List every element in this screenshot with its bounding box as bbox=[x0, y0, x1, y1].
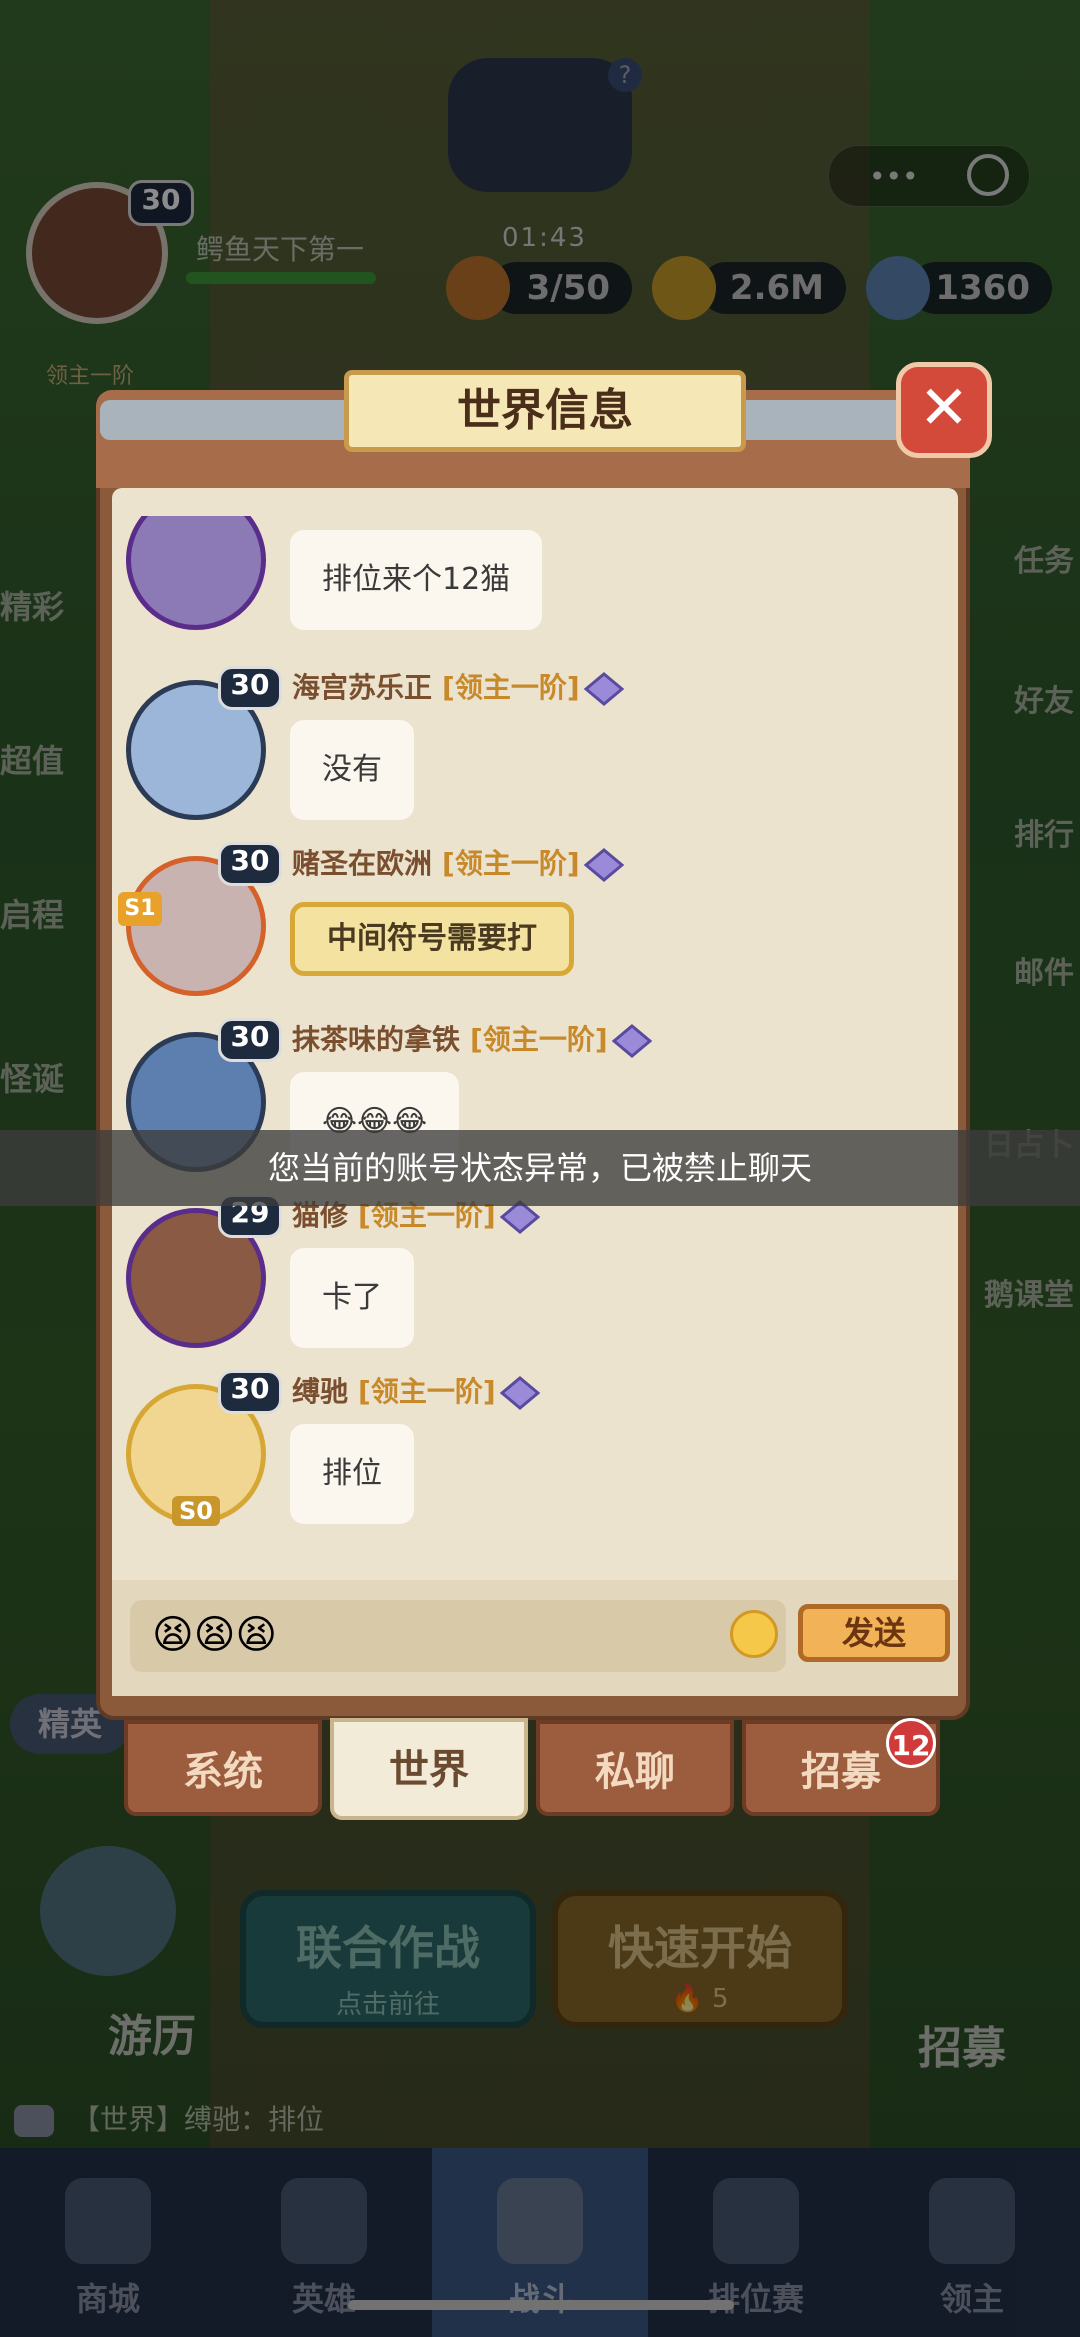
recruit-badge: 12 bbox=[886, 1718, 936, 1768]
sender-rank: [领主一阶] bbox=[442, 847, 580, 880]
list-item: S1 30 赌圣在欧洲 [领主一阶] 中间符号需要打 bbox=[112, 842, 958, 1018]
message-bubble[interactable]: 卡了 bbox=[290, 1248, 414, 1348]
message-bubble-gold[interactable]: 中间符号需要打 bbox=[290, 902, 574, 976]
sender-name[interactable]: 海宫苏乐正 bbox=[292, 671, 432, 704]
level-badge: 30 bbox=[218, 842, 282, 886]
level-badge: 30 bbox=[218, 666, 282, 710]
sender-rank: [领主一阶] bbox=[470, 1023, 608, 1056]
emoji-icon[interactable] bbox=[730, 1610, 778, 1658]
rank-gem-icon bbox=[611, 1024, 652, 1058]
rank-gem-icon bbox=[583, 848, 624, 882]
season-badge: S1 bbox=[118, 892, 162, 926]
tab-private[interactable]: 私聊 bbox=[536, 1720, 734, 1816]
level-badge: 30 bbox=[218, 1370, 282, 1414]
panel-title: 世界信息 bbox=[344, 370, 746, 452]
close-button[interactable]: ✕ bbox=[896, 362, 992, 458]
message-bubble[interactable]: 排位来个12猫 bbox=[290, 530, 543, 630]
level-badge: 30 bbox=[218, 1018, 282, 1062]
rank-gem-icon bbox=[583, 672, 624, 706]
sender-name[interactable]: 抹茶味的拿铁 bbox=[292, 1023, 460, 1056]
sender-rank: [领主一阶] bbox=[358, 1375, 496, 1408]
avatar[interactable] bbox=[126, 516, 266, 630]
chat-banned-toast: 您当前的账号状态异常，已被禁止聊天 bbox=[0, 1130, 1080, 1206]
tab-system[interactable]: 系统 bbox=[124, 1720, 322, 1816]
send-button[interactable]: 发送 bbox=[798, 1604, 950, 1662]
rank-gem-icon bbox=[499, 1376, 540, 1410]
tab-world[interactable]: 世界 bbox=[330, 1718, 528, 1820]
sender-name[interactable]: 赌圣在欧洲 bbox=[292, 847, 432, 880]
list-item: 30 海宫苏乐正 [领主一阶] 没有 bbox=[112, 666, 958, 842]
message-bubble[interactable]: 排位 bbox=[290, 1424, 414, 1524]
sender-name[interactable]: 缚驰 bbox=[292, 1375, 348, 1408]
season-badge: S0 bbox=[172, 1496, 220, 1526]
sender-rank: [领主一阶] bbox=[442, 671, 580, 704]
message-bubble[interactable]: 没有 bbox=[290, 720, 414, 820]
message-list[interactable]: 排位来个12猫 30 海宫苏乐正 [领主一阶] 没有 S1 30 赌圣在欧洲 [领主… bbox=[112, 516, 958, 1556]
list-item: 29 猫修 [领主一阶] 卡了 bbox=[112, 1194, 958, 1370]
list-item: S0 30 缚驰 [领主一阶] 排位 bbox=[112, 1370, 958, 1546]
chat-input-value[interactable]: 😫😫😫 bbox=[152, 1612, 277, 1658]
list-item: 排位来个12猫 bbox=[112, 516, 958, 652]
